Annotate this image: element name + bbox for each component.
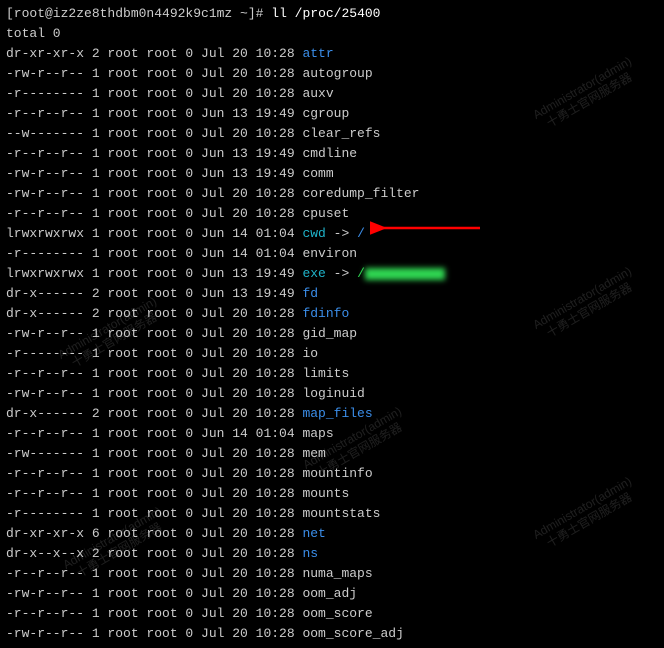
file-name: cmdline xyxy=(302,146,357,161)
listing-row: dr-x------ 2 root root 0 Jun 13 19:49 fd xyxy=(6,284,658,304)
listing-row: -rw-r--r-- 1 root root 0 Jul 20 10:28 co… xyxy=(6,184,658,204)
file-name: oom_adj xyxy=(302,586,357,601)
listing-row: lrwxrwxrwx 1 root root 0 Jun 14 01:04 cw… xyxy=(6,224,658,244)
file-name: net xyxy=(302,526,325,541)
file-name: maps xyxy=(302,426,333,441)
listing-row: -r--r--r-- 1 root root 0 Jul 20 10:28 nu… xyxy=(6,564,658,584)
listing-row: -rw------- 1 root root 0 Jul 20 10:28 me… xyxy=(6,444,658,464)
file-name: mounts xyxy=(302,486,349,501)
listing-row: -r--r--r-- 1 root root 0 Jul 20 10:28 mo… xyxy=(6,484,658,504)
file-listing: dr-xr-xr-x 2 root root 0 Jul 20 10:28 at… xyxy=(6,44,658,644)
file-name: mountinfo xyxy=(302,466,372,481)
listing-row: -rw-r--r-- 1 root root 0 Jul 20 10:28 au… xyxy=(6,64,658,84)
listing-row: -r-------- 1 root root 0 Jun 14 01:04 en… xyxy=(6,244,658,264)
listing-row: -r-------- 1 root root 0 Jul 20 10:28 mo… xyxy=(6,504,658,524)
listing-row: -r--r--r-- 1 root root 0 Jul 20 10:28 cp… xyxy=(6,204,658,224)
file-name: coredump_filter xyxy=(302,186,419,201)
listing-row: -rw-r--r-- 1 root root 0 Jul 20 10:28 gi… xyxy=(6,324,658,344)
terminal-output[interactable]: [root@iz2ze8thdbm0n4492k9c1mz ~]# ll /pr… xyxy=(0,0,664,648)
total-line: total 0 xyxy=(6,26,61,41)
file-name: mem xyxy=(302,446,325,461)
file-name: exe xyxy=(302,266,325,281)
listing-row: -rw-r--r-- 1 root root 0 Jun 13 19:49 co… xyxy=(6,164,658,184)
file-name: auxv xyxy=(302,86,333,101)
file-name: autogroup xyxy=(302,66,372,81)
shell-prompt: [root@iz2ze8thdbm0n4492k9c1mz ~]# xyxy=(6,6,263,21)
listing-row: --w------- 1 root root 0 Jul 20 10:28 cl… xyxy=(6,124,658,144)
file-name: limits xyxy=(302,366,349,381)
file-name: attr xyxy=(302,46,333,61)
listing-row: -rw-r--r-- 1 root root 0 Jul 20 10:28 oo… xyxy=(6,584,658,604)
file-name: oom_score xyxy=(302,606,372,621)
listing-row: -r--r--r-- 1 root root 0 Jun 13 19:49 cg… xyxy=(6,104,658,124)
file-name: io xyxy=(302,346,318,361)
listing-row: -r--r--r-- 1 root root 0 Jul 20 10:28 oo… xyxy=(6,604,658,624)
file-name: oom_score_adj xyxy=(302,626,403,641)
listing-row: dr-xr-xr-x 6 root root 0 Jul 20 10:28 ne… xyxy=(6,524,658,544)
listing-row: -r--r--r-- 1 root root 0 Jun 14 01:04 ma… xyxy=(6,424,658,444)
file-name: mountstats xyxy=(302,506,380,521)
listing-row: -r-------- 1 root root 0 Jul 20 10:28 io xyxy=(6,344,658,364)
file-name: cwd xyxy=(302,226,325,241)
file-name: fdinfo xyxy=(302,306,349,321)
listing-row: -r--r--r-- 1 root root 0 Jul 20 10:28 mo… xyxy=(6,464,658,484)
listing-row: dr-x------ 2 root root 0 Jul 20 10:28 fd… xyxy=(6,304,658,324)
file-name: map_files xyxy=(302,406,372,421)
file-name: fd xyxy=(302,286,318,301)
file-name: gid_map xyxy=(302,326,357,341)
file-name: clear_refs xyxy=(302,126,380,141)
file-name: ns xyxy=(302,546,318,561)
file-name: numa_maps xyxy=(302,566,372,581)
file-name: loginuid xyxy=(302,386,364,401)
listing-row: lrwxrwxrwx 1 root root 0 Jun 13 19:49 ex… xyxy=(6,264,658,284)
listing-row: -r--r--r-- 1 root root 0 Jun 13 19:49 cm… xyxy=(6,144,658,164)
shell-command: ll /proc/25400 xyxy=(271,6,380,21)
listing-row: -r-------- 1 root root 0 Jul 20 10:28 au… xyxy=(6,84,658,104)
listing-row: -rw-r--r-- 1 root root 0 Jul 20 10:28 lo… xyxy=(6,384,658,404)
listing-row: dr-x--x--x 2 root root 0 Jul 20 10:28 ns xyxy=(6,544,658,564)
listing-row: dr-x------ 2 root root 0 Jul 20 10:28 ma… xyxy=(6,404,658,424)
file-name: cgroup xyxy=(302,106,349,121)
listing-row: dr-xr-xr-x 2 root root 0 Jul 20 10:28 at… xyxy=(6,44,658,64)
file-name: environ xyxy=(302,246,357,261)
listing-row: -r--r--r-- 1 root root 0 Jul 20 10:28 li… xyxy=(6,364,658,384)
file-name: comm xyxy=(302,166,333,181)
listing-row: -rw-r--r-- 1 root root 0 Jul 20 10:28 oo… xyxy=(6,624,658,644)
file-name: cpuset xyxy=(302,206,349,221)
